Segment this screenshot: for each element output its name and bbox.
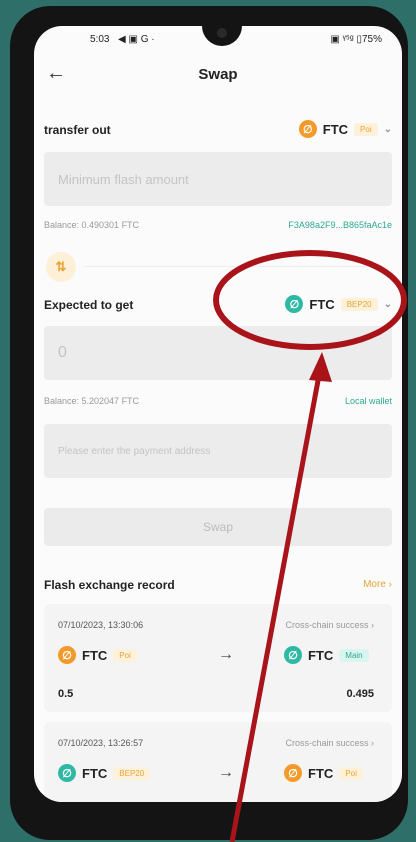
record-status[interactable]: Cross-chain success › (285, 738, 374, 748)
chain-tag: Poi (339, 766, 363, 780)
chain-tag: Poi (113, 648, 137, 662)
flash-amount-input[interactable]: Minimum flash amount (44, 152, 392, 206)
ftc-coin-icon: ∅ (285, 295, 304, 313)
record-date: 07/10/2023, 13:30:06 (58, 620, 144, 630)
coin-name: FTC (82, 647, 108, 663)
nav-bar: ← Swap (34, 58, 402, 92)
chain-tag: BEP20 (113, 766, 151, 780)
coin-name: FTC (308, 765, 334, 781)
coin-name: FTC (82, 765, 108, 781)
transfer-out-address[interactable]: F3A98a2F9...B865faAc1e (288, 220, 392, 230)
expected-label: Expected to get (44, 298, 134, 312)
phone-frame: 5:03 ◀ ▣ G · ▣ ᵞ⁵ᵍ ▯75% ← Swap transfer … (10, 6, 408, 840)
coin-name: FTC (308, 647, 334, 663)
more-link[interactable]: More › (363, 579, 392, 590)
ftc-coin-icon: ∅ (284, 764, 302, 782)
arrow-right-icon: → (218, 764, 234, 781)
transfer-out-label: transfer out (44, 123, 111, 137)
record-to-amount: 0.495 (346, 688, 374, 700)
ftc-coin-icon: ∅ (58, 646, 76, 664)
record-to-coin: ∅ FTC Poi (284, 764, 363, 782)
local-wallet-link[interactable]: Local wallet (345, 396, 392, 406)
status-icons: ◀ ▣ G · (118, 34, 155, 45)
arrow-right-icon: → (218, 646, 234, 663)
record-date: 07/10/2023, 13:26:57 (58, 738, 144, 748)
record-card[interactable]: 07/10/2023, 13:30:06 Cross-chain success… (44, 604, 392, 712)
transfer-out-balance: Balance: 0.490301 FTC (44, 220, 140, 230)
swap-direction-icon[interactable]: ⇅ (46, 252, 76, 282)
ftc-coin-icon: ∅ (298, 120, 317, 138)
coin-name: FTC (309, 296, 335, 312)
payment-address-input[interactable]: Please enter the payment address (44, 424, 392, 478)
record-from-coin: ∅ FTC BEP20 (58, 764, 151, 782)
record-from-coin: ∅ FTC Poi (58, 646, 137, 664)
app-screen: 5:03 ◀ ▣ G · ▣ ᵞ⁵ᵍ ▯75% ← Swap transfer … (34, 26, 402, 802)
record-to-coin: ∅ FTC Main (284, 646, 369, 664)
record-card[interactable]: 07/10/2023, 13:26:57 Cross-chain success… (44, 722, 392, 802)
chain-tag: Main (339, 648, 369, 662)
expected-amount-field: 0 (44, 326, 392, 380)
expected-balance: Balance: 5.202047 FTC (44, 396, 140, 406)
chain-tag: Poi (354, 122, 378, 136)
chevron-down-icon: ⌄ (383, 123, 392, 135)
status-time: 5:03 (90, 34, 110, 45)
expected-coin-selector[interactable]: ∅ FTC BEP20 ⌄ (285, 295, 392, 313)
battery-indicator: ▣ ᵞ⁵ᵍ ▯75% (330, 34, 382, 45)
divider (84, 266, 384, 267)
chevron-down-icon: ⌄ (383, 298, 392, 310)
record-status[interactable]: Cross-chain success › (285, 620, 374, 630)
transfer-out-coin-selector[interactable]: ∅ FTC Poi ⌄ (298, 120, 392, 138)
coin-name: FTC (322, 121, 349, 137)
page-title: Swap (198, 66, 238, 83)
records-title: Flash exchange record (44, 578, 175, 592)
ftc-coin-icon: ∅ (284, 646, 302, 664)
record-from-amount: 0.5 (58, 688, 74, 700)
chain-tag: BEP20 (340, 297, 378, 311)
ftc-coin-icon: ∅ (58, 764, 76, 782)
swap-button[interactable]: Swap (44, 508, 392, 546)
